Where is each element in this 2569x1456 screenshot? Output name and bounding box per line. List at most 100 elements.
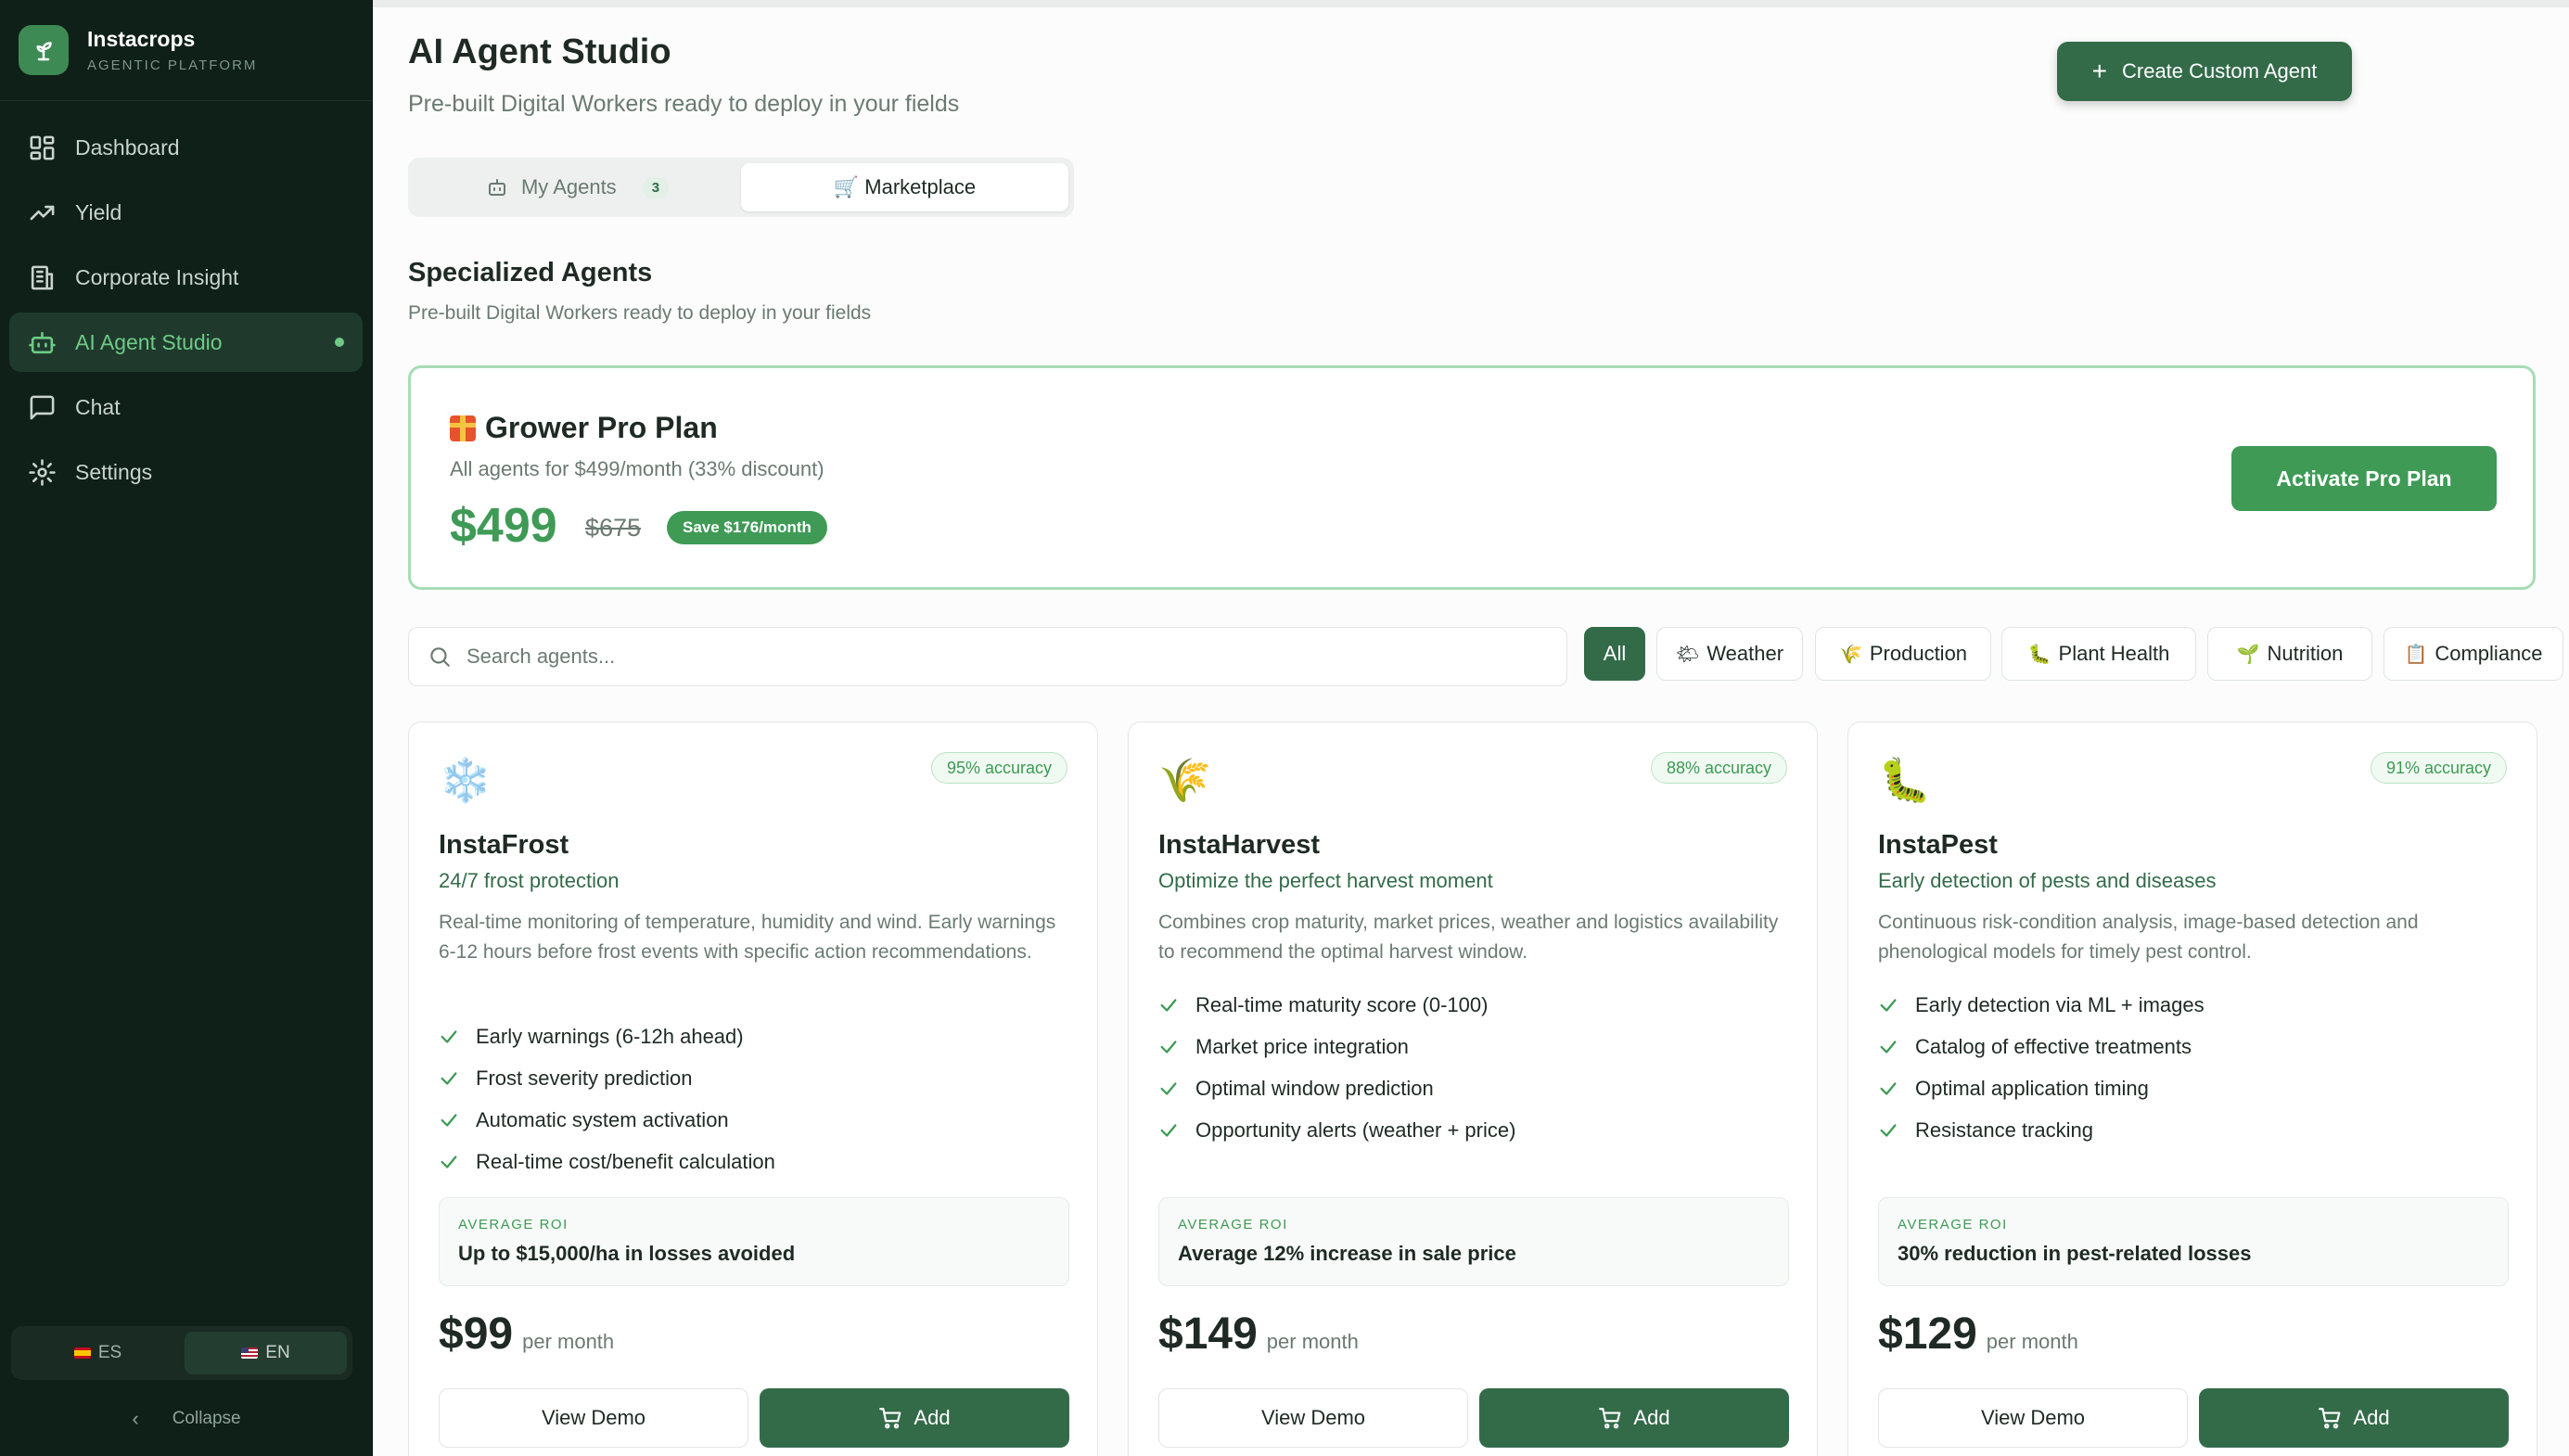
- bot-icon: [488, 179, 505, 196]
- price-amount: $129: [1878, 1309, 1977, 1359]
- language-label: ES: [97, 1343, 122, 1362]
- collapse-label: Collapse: [172, 1409, 241, 1428]
- agent-name: InstaPest: [1878, 830, 1998, 860]
- check-icon: [1880, 1040, 1897, 1054]
- add-agent-button[interactable]: Add: [2199, 1388, 2509, 1448]
- shopping-cart-icon: [879, 1408, 901, 1429]
- roi-label: AVERAGE ROI: [1178, 1217, 1288, 1232]
- feature-text: Optimal application timing: [1915, 1076, 2149, 1100]
- view-demo-button[interactable]: View Demo: [1878, 1388, 2188, 1448]
- agent-count-badge: 3: [642, 176, 670, 198]
- feature-item: Opportunity alerts (weather + price): [1158, 1109, 1515, 1151]
- accuracy-badge: 91% accuracy: [2370, 752, 2507, 784]
- brand[interactable]: Instacrops AGENTIC PLATFORM: [0, 0, 372, 101]
- seedling-icon: 🌱: [2236, 644, 2260, 665]
- savings-badge: Save $176/month: [667, 511, 827, 544]
- agent-card-instafrost: ❄️ 95% accuracy InstaFrost 24/7 frost pr…: [408, 722, 1098, 1456]
- roi-value: 30% reduction in pest-related losses: [1898, 1242, 2252, 1265]
- feature-item: Automatic system activation: [439, 1099, 775, 1141]
- activate-pro-plan-button[interactable]: Activate Pro Plan: [2231, 446, 2497, 511]
- tab-label: My Agents: [520, 175, 617, 198]
- tab-label: Marketplace: [864, 175, 977, 198]
- view-demo-button[interactable]: View Demo: [1158, 1388, 1468, 1448]
- view-demo-button[interactable]: View Demo: [439, 1388, 748, 1448]
- add-agent-button[interactable]: Add: [1479, 1388, 1789, 1448]
- roi-value: Average 12% increase in sale price: [1178, 1242, 1516, 1265]
- feature-list: Early warnings (6-12h ahead) Frost sever…: [439, 1015, 775, 1182]
- sidebar: Instacrops AGENTIC PLATFORM Dashboard Yi…: [0, 0, 373, 1456]
- sidebar-item-label: Corporate Insight: [75, 264, 239, 289]
- search-input[interactable]: [467, 645, 1487, 669]
- agent-price: $129 per month: [1878, 1309, 2078, 1360]
- feature-text: Real-time cost/benefit calculation: [476, 1149, 775, 1173]
- page-title: AI Agent Studio: [408, 32, 671, 71]
- gear-icon: [29, 458, 56, 486]
- tab-marketplace[interactable]: 🛒 Marketplace: [741, 163, 1068, 211]
- sidebar-item-settings[interactable]: Settings: [9, 442, 363, 502]
- sidebar-item-dashboard[interactable]: Dashboard: [9, 118, 363, 177]
- search-icon: [430, 647, 450, 667]
- roi-label: AVERAGE ROI: [1898, 1217, 2008, 1232]
- add-agent-button[interactable]: Add: [760, 1388, 1069, 1448]
- filter-label: Nutrition: [2267, 642, 2344, 665]
- feature-text: Early detection via ML + images: [1915, 992, 2205, 1016]
- dashboard-grid-icon: [30, 135, 55, 160]
- agent-description: Combines crop maturity, market prices, w…: [1158, 912, 1779, 963]
- feature-item: Optimal application timing: [1878, 1067, 2205, 1109]
- agent-tagline: Optimize the perfect harvest moment: [1158, 869, 1493, 892]
- sidebar-item-ai-agent-studio[interactable]: AI Agent Studio: [9, 313, 363, 372]
- add-button-label: Add: [1633, 1406, 1670, 1429]
- us-flag-icon: [241, 1347, 259, 1359]
- check-icon: [441, 1155, 457, 1169]
- pro-plan-title-row: Grower Pro Plan: [450, 411, 718, 445]
- language-switcher: ES EN: [11, 1326, 352, 1380]
- feature-item: Optimal window prediction: [1158, 1067, 1515, 1109]
- language-label: EN: [265, 1343, 290, 1362]
- language-en-button[interactable]: EN: [185, 1332, 347, 1374]
- roi-box: AVERAGE ROI Average 12% increase in sale…: [1158, 1197, 1789, 1286]
- check-icon: [1160, 998, 1177, 1012]
- tab-my-agents[interactable]: My Agents 3: [414, 163, 741, 211]
- feature-text: Frost severity prediction: [476, 1066, 693, 1090]
- filter-label: Plant Health: [2058, 642, 2170, 665]
- filter-label: Compliance: [2435, 642, 2543, 665]
- snowflake-icon: ❄️: [439, 756, 492, 804]
- check-icon: [441, 1113, 457, 1127]
- wheat-icon: 🌾: [1838, 644, 1862, 665]
- sidebar-item-label: Chat: [75, 394, 121, 419]
- check-icon: [441, 1071, 457, 1085]
- price-period: per month: [1986, 1330, 2078, 1353]
- filter-label: All: [1603, 642, 1627, 665]
- sidebar-item-corporate-insight[interactable]: Corporate Insight: [9, 248, 363, 307]
- check-icon: [1880, 1123, 1897, 1137]
- filter-production[interactable]: 🌾 Production: [1815, 627, 1991, 681]
- create-custom-agent-button[interactable]: + Create Custom Agent: [2057, 42, 2352, 101]
- clipboard-icon: 📋: [2404, 644, 2428, 665]
- accuracy-badge: 95% accuracy: [930, 752, 1067, 784]
- feature-text: Optimal window prediction: [1195, 1076, 1434, 1100]
- sidebar-item-label: Yield: [75, 199, 122, 224]
- bug-icon: 🐛: [1878, 756, 1932, 804]
- sprout-icon: [19, 25, 69, 75]
- check-icon: [1160, 1081, 1177, 1095]
- filter-label: Production: [1869, 642, 1968, 665]
- feature-text: Market price integration: [1195, 1034, 1409, 1058]
- collapse-sidebar-button[interactable]: ‹ Collapse: [0, 1400, 373, 1437]
- shopping-cart-icon: [2319, 1408, 2341, 1429]
- sidebar-item-chat[interactable]: Chat: [9, 377, 363, 437]
- check-icon: [1880, 1081, 1897, 1095]
- agent-description: Real-time monitoring of temperature, hum…: [439, 912, 1056, 963]
- filter-nutrition[interactable]: 🌱 Nutrition: [2207, 627, 2372, 681]
- check-icon: [1160, 1123, 1177, 1137]
- section-title: Specialized Agents: [408, 258, 653, 287]
- filter-compliance[interactable]: 📋 Compliance: [2384, 627, 2563, 681]
- roi-box: AVERAGE ROI 30% reduction in pest-relate…: [1878, 1197, 2509, 1286]
- filter-all[interactable]: All: [1584, 627, 1645, 681]
- language-es-button[interactable]: ES: [17, 1332, 179, 1374]
- filter-plant-health[interactable]: 🐛 Plant Health: [2001, 627, 2196, 681]
- filter-weather[interactable]: 🌤 Weather: [1656, 627, 1803, 681]
- sidebar-item-label: Settings: [75, 459, 153, 484]
- sidebar-item-yield[interactable]: Yield: [9, 183, 363, 242]
- section-subtitle: Pre-built Digital Workers ready to deplo…: [408, 302, 872, 324]
- shopping-cart-icon: [1599, 1408, 1621, 1429]
